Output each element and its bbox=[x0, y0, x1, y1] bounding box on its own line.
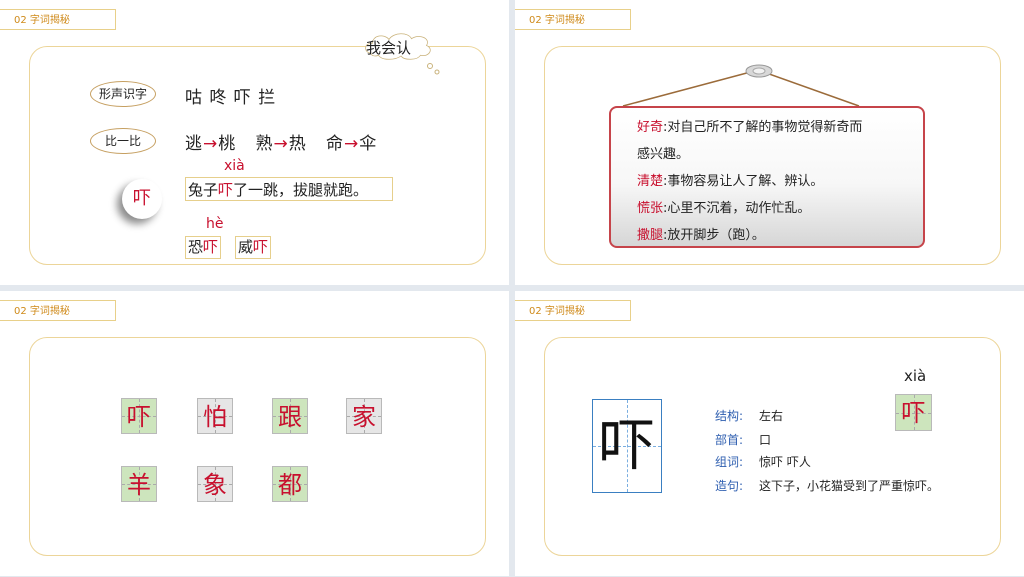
compare-char: 热 bbox=[288, 134, 307, 154]
info-value: 左右 bbox=[759, 409, 784, 423]
definition-term: 清楚 bbox=[637, 174, 664, 189]
char-grid-cell[interactable]: 跟 bbox=[272, 398, 308, 434]
grid-char: 家 bbox=[352, 403, 376, 431]
info-sentence: 造句: 这下子，小花猫受到了严重惊吓。 bbox=[715, 477, 939, 494]
definition-row: 清楚:事物容易让人了解、辨认。 bbox=[637, 170, 823, 189]
pinyin-he: hè bbox=[206, 216, 224, 232]
info-key: 部首: bbox=[715, 433, 744, 447]
word-part: 恐 bbox=[188, 238, 204, 256]
small-char-cell: 吓 bbox=[895, 394, 932, 431]
arrow-icon: → bbox=[343, 134, 360, 154]
phonetic-chars: 咕 咚 吓 拦 bbox=[185, 88, 277, 108]
grid-char: 怕 bbox=[203, 403, 227, 431]
slide-1[interactable]: 02 字词揭秘 我会认 形声识字 咕 咚 吓 拦 比一比 逃→桃 熟→热 命→伞… bbox=[0, 0, 509, 285]
definition-row: 撒腿:放开脚步（跑）。 bbox=[637, 224, 765, 243]
sentence-part: 兔子 bbox=[188, 181, 219, 199]
info-radical: 部首: 口 bbox=[715, 431, 771, 448]
info-key: 结构: bbox=[715, 409, 744, 423]
arrow-icon: → bbox=[203, 134, 219, 154]
slide-3[interactable]: 02 字词揭秘 吓 怕 跟 家 羊 象 都 bbox=[0, 291, 509, 576]
pinyin-label: xià bbox=[904, 367, 927, 385]
section-tag: 02 字词揭秘 bbox=[0, 300, 116, 321]
grid-char: 跟 bbox=[278, 403, 302, 431]
definition-text: :放开脚步（跑）。 bbox=[663, 228, 765, 243]
word-box: 恐吓 bbox=[185, 236, 222, 259]
info-value: 这下子，小花猫受到了严重惊吓。 bbox=[759, 479, 940, 493]
definition-row: 感兴趣。 bbox=[637, 143, 689, 162]
grid-char: 象 bbox=[203, 471, 227, 499]
compare-char: 熟 bbox=[255, 134, 274, 154]
cloud-tail-dots bbox=[427, 63, 440, 75]
big-char: 吓 bbox=[599, 414, 655, 479]
label-compare: 比一比 bbox=[90, 128, 156, 154]
section-tag: 02 字词揭秘 bbox=[0, 9, 116, 30]
pinyin-xia: xià bbox=[224, 158, 245, 174]
definition-text: :对自己所不了解的事物觉得新奇而 bbox=[663, 120, 863, 135]
cloud-label: 我会认 bbox=[366, 39, 412, 57]
char-grid-cell[interactable]: 都 bbox=[272, 466, 308, 502]
grid-char: 都 bbox=[278, 471, 302, 499]
sentence-part: 了一跳，拔腿就跑。 bbox=[233, 181, 369, 199]
info-value: 惊吓 吓人 bbox=[759, 455, 811, 469]
sentence-highlight: 吓 bbox=[218, 181, 234, 199]
definition-text: :事物容易让人了解、辨认。 bbox=[663, 174, 824, 189]
definition-term: 好奇 bbox=[637, 120, 664, 135]
grid-char: 羊 bbox=[127, 471, 151, 499]
compare-char: 伞 bbox=[359, 134, 378, 154]
info-structure: 结构: 左右 bbox=[715, 407, 783, 424]
word-box: 威吓 bbox=[235, 236, 272, 259]
char-grid-cell[interactable]: 怕 bbox=[197, 398, 233, 434]
label-phonetic-literacy: 形声识字 bbox=[90, 81, 156, 107]
definition-row: 慌张:心里不沉着，动作忙乱。 bbox=[637, 197, 810, 216]
compare-row: 逃→桃 熟→热 命→伞 bbox=[185, 129, 377, 154]
word-part: 威 bbox=[238, 238, 254, 256]
definition-text: :心里不沉着，动作忙乱。 bbox=[663, 201, 811, 216]
example-sentence: 兔子吓了一跳，拔腿就跑。 bbox=[185, 177, 393, 201]
grid-char: 吓 bbox=[127, 403, 151, 431]
nail-icon bbox=[745, 64, 773, 78]
compare-char: 桃 bbox=[218, 134, 237, 154]
word-highlight: 吓 bbox=[203, 238, 219, 256]
info-value: 口 bbox=[759, 433, 772, 447]
definition-card: 好奇:对自己所不了解的事物觉得新奇而 感兴趣。 清楚:事物容易让人了解、辨认。 … bbox=[609, 106, 925, 248]
word-highlight: 吓 bbox=[253, 238, 269, 256]
section-tag: 02 字词揭秘 bbox=[515, 300, 631, 321]
compare-char: 命 bbox=[325, 134, 344, 154]
section-tag: 02 字词揭秘 bbox=[515, 9, 631, 30]
char-grid-cell[interactable]: 家 bbox=[346, 398, 382, 434]
arrow-icon: → bbox=[273, 134, 289, 154]
char-grid-cell[interactable]: 象 bbox=[197, 466, 233, 502]
definition-term: 撒腿 bbox=[637, 228, 664, 243]
small-char: 吓 bbox=[901, 399, 926, 427]
info-words: 组词: 惊吓 吓人 bbox=[715, 453, 811, 470]
info-key: 造句: bbox=[715, 479, 744, 493]
slide-4[interactable]: 02 字词揭秘 吓 结构: 左右 部首: 口 组词: 惊吓 吓人 造句: 这下子，小花猫… bbox=[515, 291, 1024, 576]
content-frame bbox=[29, 337, 486, 556]
char-grid-cell[interactable]: 吓 bbox=[121, 398, 157, 434]
content-frame bbox=[29, 46, 486, 265]
focus-char-bubble: 吓 bbox=[122, 179, 162, 219]
slide-2[interactable]: 02 字词揭秘 好奇:对自己所不了解的事物觉得新奇而 感兴趣。 清楚:事物容易让… bbox=[515, 0, 1024, 285]
definition-term: 慌张 bbox=[637, 201, 664, 216]
writing-grid-char: 吓 bbox=[592, 399, 662, 493]
definition-row: 好奇:对自己所不了解的事物觉得新奇而 bbox=[637, 116, 862, 135]
definition-text: 感兴趣。 bbox=[637, 147, 690, 162]
info-key: 组词: bbox=[715, 455, 744, 469]
compare-char: 逃 bbox=[185, 134, 203, 154]
char-grid-cell[interactable]: 羊 bbox=[121, 466, 157, 502]
